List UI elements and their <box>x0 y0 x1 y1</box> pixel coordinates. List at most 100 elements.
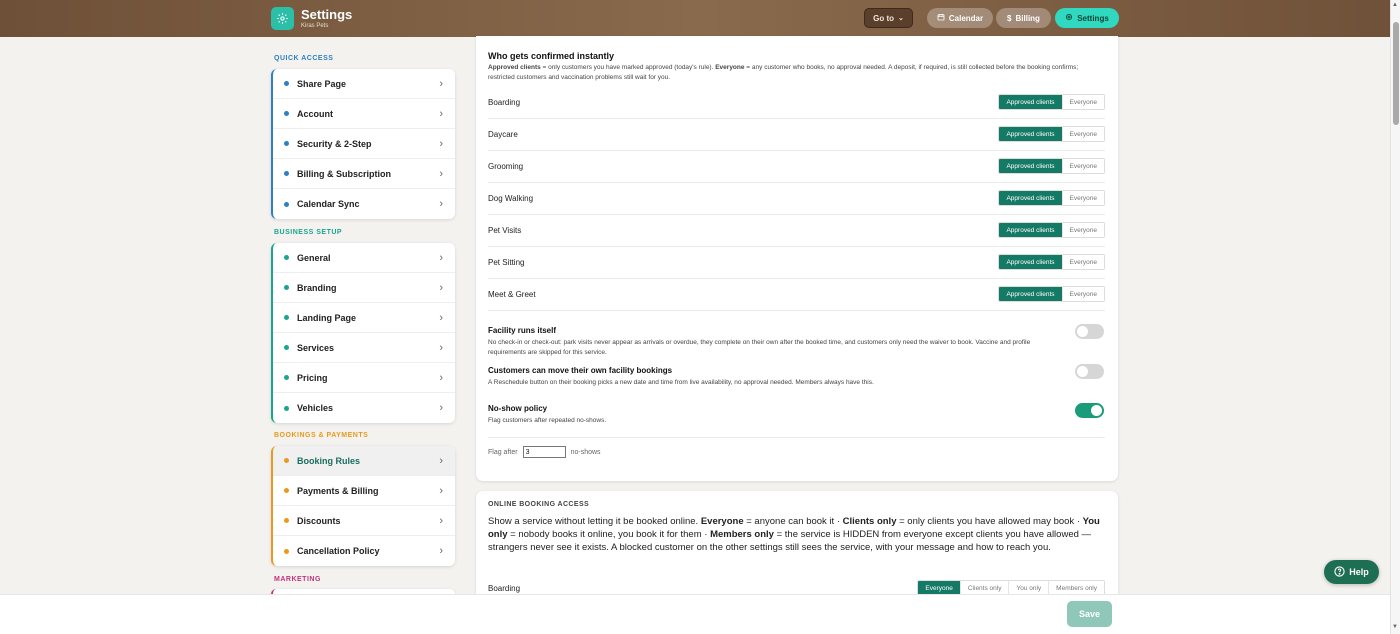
bullet-icon <box>284 255 289 260</box>
sidebar-item-label: General <box>297 252 331 263</box>
calendar-button[interactable]: Calendar <box>927 8 993 28</box>
billing-label: Billing <box>1015 13 1040 23</box>
online-booking-card: ONLINE BOOKING ACCESS Show a service wit… <box>476 491 1118 611</box>
option-everyone[interactable]: Everyone <box>1061 127 1104 141</box>
sidebar-item-label: Discounts <box>297 515 341 526</box>
bullet-icon <box>284 548 289 554</box>
scroll-up-icon[interactable]: ▲ <box>1392 2 1398 8</box>
option-approved-clients[interactable]: Approved clients <box>999 95 1062 109</box>
bullet-icon <box>284 201 289 207</box>
service-label: Daycare <box>488 130 518 139</box>
sidebar-item-account[interactable]: Account › <box>273 99 455 129</box>
option-approved-clients[interactable]: Approved clients <box>999 191 1062 205</box>
facility-toggle[interactable] <box>1075 324 1104 339</box>
sidebar-item-label: Calendar Sync <box>297 199 360 209</box>
sidebar-item-services[interactable]: Services › <box>273 333 455 363</box>
help-button[interactable]: Help <box>1324 560 1379 584</box>
confirm-segmented-control: Approved clients Everyone <box>998 190 1105 206</box>
confirm-segmented-control: Approved clients Everyone <box>998 222 1105 238</box>
section-marketing: MARKETING <box>274 576 321 583</box>
chevron-right-icon: › <box>439 138 443 150</box>
goto-dropdown[interactable]: Go to ⌄ <box>864 8 913 28</box>
confirm-segmented-control: Approved clients Everyone <box>998 94 1105 110</box>
scroll-down-icon[interactable]: ▼ <box>1392 624 1398 630</box>
facility-toggle-description: No check-in or check-out: park visits ne… <box>488 339 1031 356</box>
sidebar-item-label: Security & 2-Step <box>297 138 372 149</box>
option-everyone[interactable]: Everyone <box>1061 159 1104 173</box>
sidebar-item-pricing[interactable]: Pricing › <box>273 363 455 393</box>
help-label: Help <box>1349 567 1369 577</box>
section-business-setup: BUSINESS SETUP <box>274 229 343 236</box>
option-everyone[interactable]: Everyone <box>1061 287 1104 301</box>
settings-button[interactable]: Settings <box>1055 8 1119 28</box>
divider <box>488 437 1105 438</box>
option-everyone[interactable]: Everyone <box>1061 255 1104 269</box>
sidebar-item-label: Payments & Billing <box>297 485 379 496</box>
confirm-segmented-control: Approved clients Everyone <box>998 286 1105 302</box>
option-clients-only[interactable]: Clients only <box>959 581 1009 595</box>
bullet-icon <box>284 285 289 290</box>
scrollbar[interactable]: ▲ ▼ <box>1390 0 1400 634</box>
confirm-row-pet-visits: Pet Visits Approved clients Everyone <box>488 215 1105 247</box>
option-everyone[interactable]: Everyone <box>1061 191 1104 205</box>
desc-members-only: Members only <box>710 529 774 540</box>
confirm-segmented-control: Approved clients Everyone <box>998 254 1105 270</box>
online-booking-title: ONLINE BOOKING ACCESS <box>488 501 590 508</box>
bullet-icon <box>284 458 289 463</box>
sidebar-item-discounts[interactable]: Discounts › <box>273 506 455 536</box>
option-everyone[interactable]: Everyone <box>918 581 960 595</box>
save-button[interactable]: Save <box>1067 601 1112 627</box>
toggle-knob <box>1077 366 1088 377</box>
bullet-icon <box>284 141 289 146</box>
gear-icon <box>1065 13 1073 23</box>
option-approved-clients[interactable]: Approved clients <box>999 287 1062 301</box>
sidebar-item-landing-page[interactable]: Landing Page › <box>273 303 455 333</box>
sidebar-item-general[interactable]: General › <box>273 243 455 273</box>
scrollbar-thumb[interactable] <box>1393 22 1399 125</box>
chevron-right-icon: › <box>439 198 443 210</box>
option-approved-clients[interactable]: Approved clients <box>999 255 1062 269</box>
desc-approved-text: = only customers you have marked approve… <box>540 64 716 71</box>
sidebar-item-calendar-sync[interactable]: Calendar Sync › <box>273 189 455 219</box>
chevron-right-icon: › <box>439 168 443 180</box>
section-quick-access: QUICK ACCESS <box>274 55 334 62</box>
bottom-action-bar <box>0 594 1390 634</box>
billing-button[interactable]: $ Billing <box>996 8 1051 28</box>
option-approved-clients[interactable]: Approved clients <box>999 127 1062 141</box>
settings-logo-icon <box>271 7 294 30</box>
option-members-only[interactable]: Members only <box>1048 581 1104 595</box>
option-everyone[interactable]: Everyone <box>1061 223 1104 237</box>
chevron-right-icon: › <box>439 515 443 527</box>
service-label: Grooming <box>488 162 524 171</box>
nav-group-quick-access: Share Page › Account › Security & 2-Step › … <box>271 69 455 219</box>
sidebar-item-booking-rules[interactable]: Booking Rules › <box>273 446 455 476</box>
confirm-row-boarding: Boarding Approved clients Everyone <box>488 87 1105 119</box>
service-label: Pet Visits <box>488 226 522 235</box>
desc-everyone: Everyone <box>715 64 745 71</box>
sidebar-item-billing-subscription[interactable]: Billing & Subscription › <box>273 159 455 189</box>
move-bookings-toggle[interactable] <box>1075 364 1104 379</box>
move-bookings-title: Customers can move their own facility bo… <box>488 366 673 375</box>
desc-text: = nobody books it online, you book it fo… <box>507 529 711 540</box>
bullet-icon <box>284 315 289 320</box>
no-show-toggle[interactable] <box>1075 403 1104 418</box>
no-show-count-input[interactable] <box>522 446 566 458</box>
sidebar-item-branding[interactable]: Branding › <box>273 273 455 303</box>
sidebar-item-payments-billing[interactable]: Payments & Billing › <box>273 476 455 506</box>
sidebar-item-cancellation-policy[interactable]: Cancellation Policy › <box>273 536 455 566</box>
sidebar-item-vehicles[interactable]: Vehicles › <box>273 393 455 423</box>
confirm-row-grooming: Grooming Approved clients Everyone <box>488 151 1105 183</box>
option-approved-clients[interactable]: Approved clients <box>999 223 1062 237</box>
no-shows-label: no-shows <box>570 448 601 456</box>
settings-label: Settings <box>1077 13 1109 23</box>
sidebar-item-share-page[interactable]: Share Page › <box>273 69 455 99</box>
chevron-right-icon: › <box>439 402 443 414</box>
option-you-only[interactable]: You only <box>1008 581 1049 595</box>
no-show-title: No-show policy <box>488 404 548 413</box>
bullet-icon <box>284 81 289 86</box>
sidebar-item-security[interactable]: Security & 2-Step › <box>273 129 455 159</box>
option-everyone[interactable]: Everyone <box>1061 95 1104 109</box>
service-label: Meet & Greet <box>488 290 536 299</box>
service-label: Pet Sitting <box>488 258 525 267</box>
option-approved-clients[interactable]: Approved clients <box>999 159 1062 173</box>
